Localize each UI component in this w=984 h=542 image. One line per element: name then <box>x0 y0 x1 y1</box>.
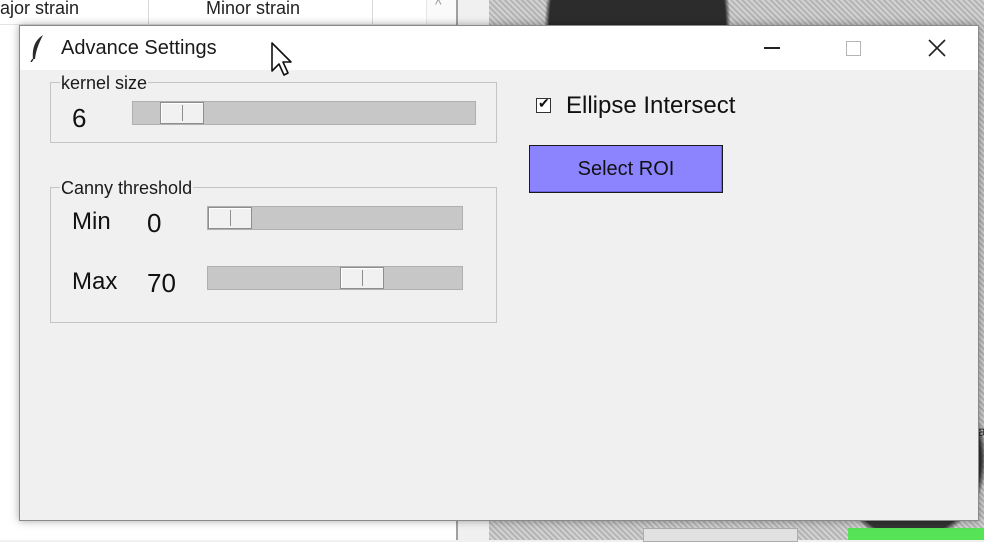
ellipse-intersect-label[interactable]: Ellipse Intersect <box>566 92 735 120</box>
scroll-up-button[interactable]: ^ <box>426 0 457 24</box>
column-header-major-strain[interactable]: ajor strain <box>0 0 79 19</box>
column-separator <box>372 0 373 24</box>
column-separator <box>148 0 149 24</box>
checkmark-icon: ✔ <box>538 95 550 111</box>
advance-settings-dialog: Advance Settings kernel size 6 Canny thr… <box>19 25 979 521</box>
kernel-size-value: 6 <box>72 103 87 133</box>
select-roi-button[interactable]: Select ROI <box>529 145 723 193</box>
column-header-minor-strain[interactable]: Minor strain <box>206 0 300 19</box>
canny-max-slider-thumb[interactable] <box>340 267 384 289</box>
canny-min-slider[interactable] <box>207 206 463 230</box>
kernel-size-slider[interactable] <box>132 101 476 125</box>
title-bar[interactable]: Advance Settings <box>20 26 978 70</box>
canny-max-value: 70 <box>147 268 176 298</box>
feather-icon <box>30 35 43 62</box>
close-icon <box>928 39 946 57</box>
background-green-button[interactable] <box>848 528 984 540</box>
mouse-pointer-icon <box>271 42 292 76</box>
canny-min-label: Min <box>72 208 111 235</box>
kernel-size-legend: kernel size <box>60 73 149 94</box>
chevron-up-icon: ^ <box>435 0 442 12</box>
maximize-icon <box>846 41 861 56</box>
window-title: Advance Settings <box>61 37 217 59</box>
kernel-size-group: kernel size 6 <box>50 73 497 143</box>
background-table-header: ajor strain Minor strain ^ <box>0 0 458 25</box>
canny-threshold-legend: Canny threshold <box>60 178 194 199</box>
canny-max-slider[interactable] <box>207 266 463 290</box>
close-button[interactable] <box>909 26 965 70</box>
maximize-button[interactable] <box>825 26 881 70</box>
minimize-icon <box>764 47 780 49</box>
canny-min-value: 0 <box>147 208 162 238</box>
minimize-button[interactable] <box>744 26 800 70</box>
ellipse-intersect-checkbox[interactable]: ✔ <box>536 95 551 113</box>
canny-threshold-group: Canny threshold Min 0 Max 70 <box>50 178 497 323</box>
canny-max-label: Max <box>72 268 118 295</box>
kernel-size-slider-thumb[interactable] <box>160 102 204 124</box>
canny-min-slider-thumb[interactable] <box>208 207 252 229</box>
